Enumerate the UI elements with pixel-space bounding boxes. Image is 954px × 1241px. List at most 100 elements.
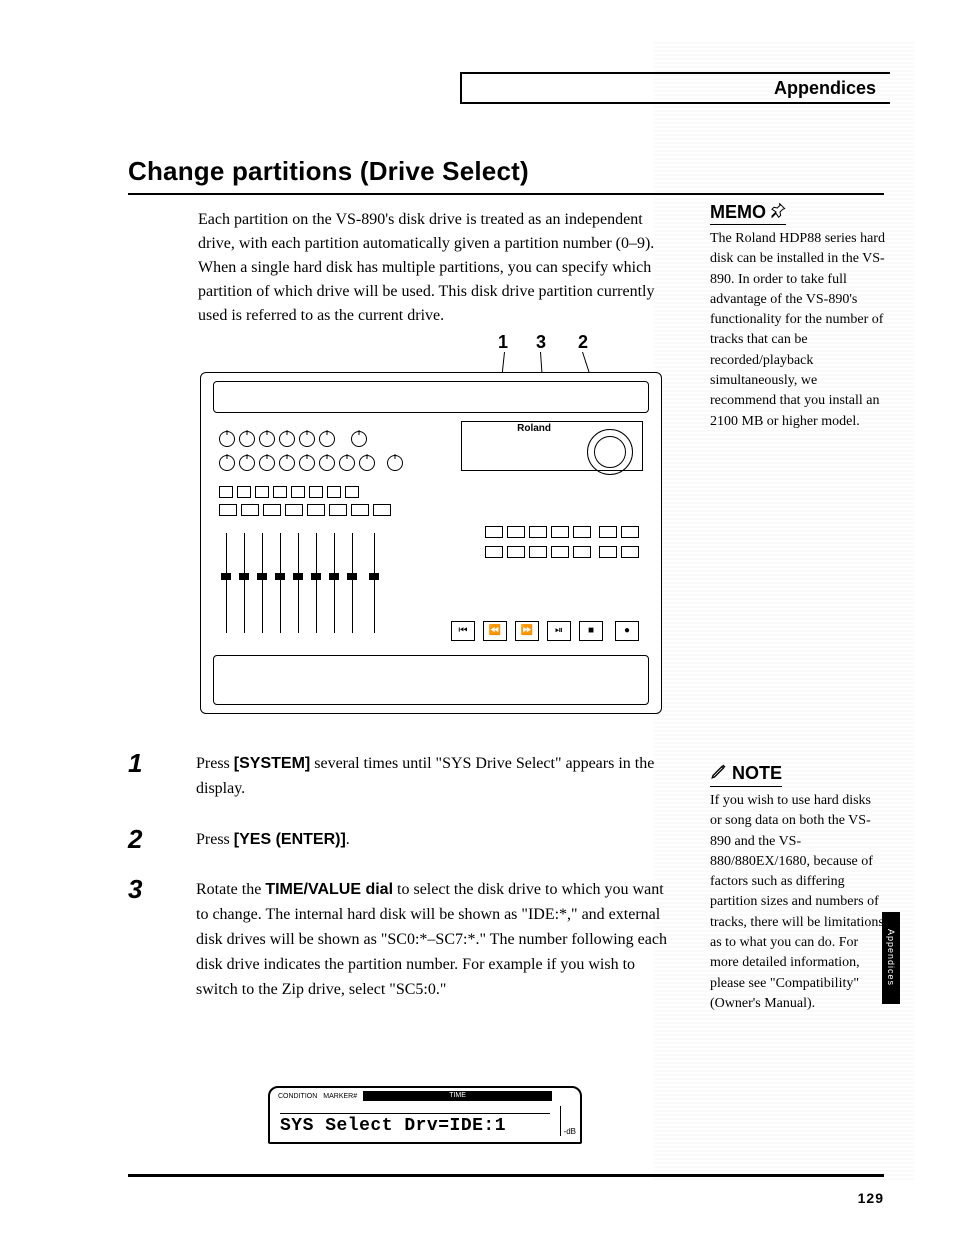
step-number: 1 — [128, 748, 168, 779]
header-rule-bottom — [460, 102, 890, 104]
step-text-pre: Press — [196, 831, 234, 848]
title-underline — [128, 193, 884, 195]
page-title: Change partitions (Drive Select) — [128, 156, 884, 187]
button-icon — [237, 486, 251, 498]
pushpin-icon — [770, 202, 786, 223]
device-illustration: Roland — [200, 372, 662, 714]
button-icon — [307, 504, 325, 516]
button-icon — [551, 526, 569, 538]
button-icon — [309, 486, 323, 498]
button-icon — [285, 504, 303, 516]
fader-icon — [309, 533, 323, 633]
lcd-db-label: -dB — [560, 1106, 576, 1136]
button-icon — [263, 504, 281, 516]
button-icon — [485, 526, 503, 538]
step-number: 2 — [128, 824, 168, 855]
device-rear-panel — [213, 381, 649, 413]
lcd-condition-label: CONDITION — [278, 1093, 317, 1100]
page: Appendices Change partitions (Drive Sele… — [0, 0, 954, 1241]
button-row-right-1 — [485, 523, 643, 541]
button-icon — [507, 526, 525, 538]
step-key: TIME/VALUE dial — [265, 881, 393, 898]
button-icon — [351, 504, 369, 516]
button-icon — [573, 526, 591, 538]
step-body: Press [YES (ENTER)]. — [196, 828, 668, 853]
button-icon — [327, 486, 341, 498]
knob-icon — [279, 455, 295, 471]
button-icon — [273, 486, 287, 498]
knob-icon — [299, 455, 315, 471]
button-icon — [529, 546, 547, 558]
memo-text: The Roland HDP88 series hard disk can be… — [710, 229, 886, 432]
transport-stop-icon: ■ — [579, 621, 603, 641]
knob-icon — [351, 431, 367, 447]
button-icon — [219, 504, 237, 516]
transport-prev-icon: ⏮ — [451, 621, 475, 641]
step-3: 3 Rotate the TIME/VALUE dial to select t… — [128, 878, 668, 1002]
lcd-header-row: CONDITION MARKER# TIME — [278, 1091, 552, 1101]
footer-rule — [128, 1174, 884, 1177]
button-row-1 — [219, 483, 363, 501]
memo-block: MEMO The Roland HDP88 series hard disk c… — [710, 202, 886, 432]
device-front-panel — [213, 655, 649, 705]
button-row-right-2 — [485, 543, 643, 561]
callout-1: 1 — [498, 332, 508, 353]
fader-icon — [327, 533, 341, 633]
knob-icon — [219, 431, 235, 447]
fader-icon — [291, 533, 305, 633]
step-body: Press [SYSTEM] several times until "SYS … — [196, 752, 668, 802]
knob-icon — [299, 431, 315, 447]
memo-heading: MEMO — [710, 202, 786, 225]
button-icon — [485, 546, 503, 558]
button-icon — [599, 526, 617, 538]
step-body: Rotate the TIME/VALUE dial to select the… — [196, 878, 668, 1002]
button-icon — [219, 486, 233, 498]
transport-rew-icon: ⏪ — [483, 621, 507, 641]
button-icon — [551, 546, 569, 558]
title-block: Change partitions (Drive Select) — [128, 156, 884, 195]
knob-icon — [339, 455, 355, 471]
button-icon — [621, 546, 639, 558]
button-row-2 — [219, 501, 395, 519]
callout-3: 3 — [536, 332, 546, 353]
knob-row-2 — [219, 455, 407, 476]
fader-icon — [219, 533, 233, 633]
fader-bank — [219, 533, 439, 643]
pencil-icon — [710, 762, 728, 785]
knob-icon — [259, 455, 275, 471]
fader-icon — [237, 533, 251, 633]
intro-paragraph: Each partition on the VS-890's disk driv… — [198, 208, 668, 328]
note-heading: NOTE — [710, 762, 782, 787]
note-text: If you wish to use hard disks or song da… — [710, 791, 886, 1014]
callout-2: 2 — [578, 332, 588, 353]
step-text-post: to select the disk drive to which you wa… — [196, 881, 667, 997]
lcd-display: CONDITION MARKER# TIME SYS Select Drv=ID… — [268, 1086, 582, 1144]
note-label: NOTE — [732, 763, 782, 784]
button-icon — [373, 504, 391, 516]
button-icon — [599, 546, 617, 558]
transport-ff-icon: ⏩ — [515, 621, 539, 641]
knob-row-1 — [219, 431, 371, 452]
button-icon — [255, 486, 269, 498]
header-section-label: Appendices — [774, 78, 876, 99]
transport-play-icon: ⏯ — [547, 621, 571, 641]
step-number: 3 — [128, 874, 168, 905]
fader-icon — [273, 533, 287, 633]
lcd-main-text: SYS Select Drv=IDE:1 — [280, 1113, 550, 1136]
button-icon — [291, 486, 305, 498]
jog-wheel-icon — [587, 429, 633, 475]
knob-icon — [239, 455, 255, 471]
device-brand-label: Roland — [517, 423, 551, 434]
knob-icon — [259, 431, 275, 447]
step-key: [SYSTEM] — [234, 755, 310, 772]
button-icon — [241, 504, 259, 516]
knob-icon — [319, 431, 335, 447]
knob-icon — [387, 455, 403, 471]
step-text-pre: Press — [196, 755, 234, 772]
button-icon — [345, 486, 359, 498]
device-figure: 1 3 2 Roland — [200, 348, 660, 718]
note-block: NOTE If you wish to use hard disks or so… — [710, 762, 886, 1014]
knob-icon — [219, 455, 235, 471]
sidebar: MEMO The Roland HDP88 series hard disk c… — [710, 202, 886, 1014]
lcd-marker-label: MARKER# — [323, 1093, 357, 1100]
